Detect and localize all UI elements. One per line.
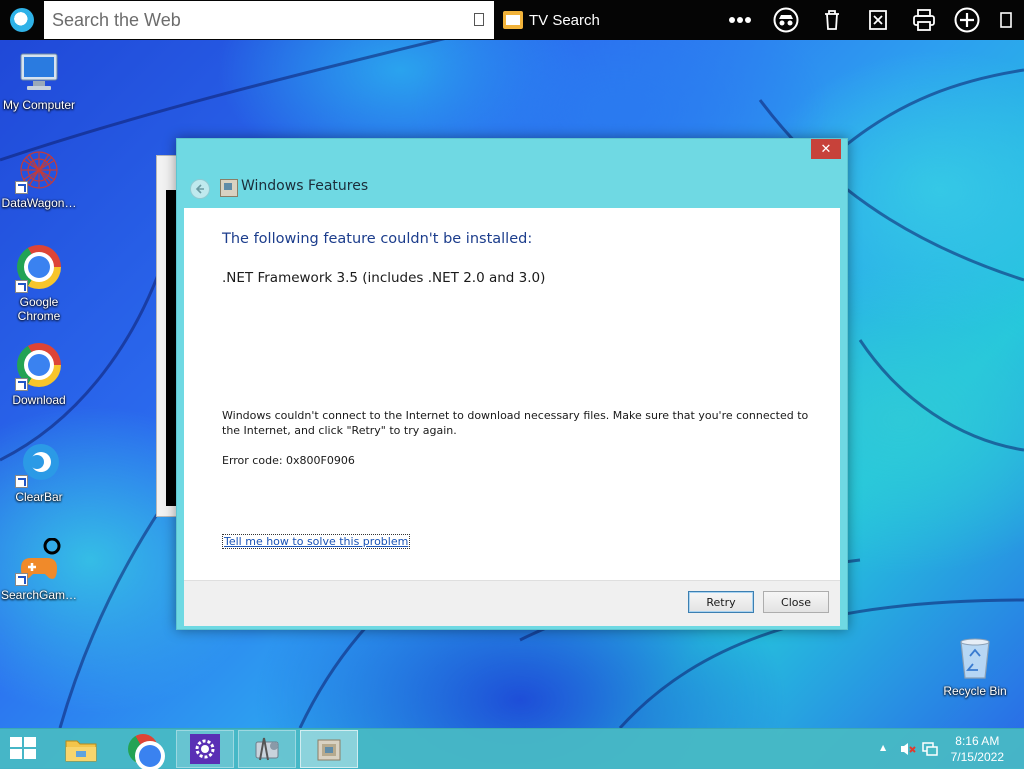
add-tab-icon[interactable] <box>953 6 981 34</box>
chrome-icon <box>15 343 63 391</box>
tv-search-label: TV Search <box>529 11 600 29</box>
desktop-icon-label: SearchGam… <box>1 588 78 602</box>
recycle-bin-icon <box>951 634 999 682</box>
desktop-icon-clearbar[interactable]: ClearBar <box>1 440 77 504</box>
web-search-input[interactable] <box>52 9 462 31</box>
web-search-box[interactable] <box>44 1 494 39</box>
browser-toolbar: TV Search <box>0 0 1024 40</box>
desktop-icon-my-computer[interactable]: My Computer <box>1 48 77 112</box>
windows-features-dialog: ✕ Windows Features The following feature… <box>176 138 848 630</box>
clock[interactable]: 8:16 AM 7/15/2022 <box>951 733 1004 765</box>
print-icon[interactable] <box>910 6 938 34</box>
back-arrow-icon[interactable] <box>190 179 210 199</box>
error-message: Windows couldn't connect to the Internet… <box>222 409 809 437</box>
incognito-icon[interactable] <box>772 6 800 34</box>
clearbar-icon <box>15 440 63 488</box>
error-heading: The following feature couldn't be instal… <box>222 231 533 247</box>
shortcut-arrow-icon <box>15 475 28 488</box>
desktop-icon-label: ClearBar <box>15 490 63 504</box>
datawagon-icon <box>15 146 63 194</box>
chrome-icon <box>15 245 63 293</box>
dialog-title: Windows Features <box>241 178 369 194</box>
taskbar: ▲ 8:16 AM 7/15/2022 <box>0 728 1024 769</box>
shortcut-arrow-icon <box>15 378 28 391</box>
start-button[interactable] <box>10 737 38 761</box>
browser-logo-icon[interactable] <box>10 8 34 32</box>
desktop-icon-label: My Computer <box>2 98 76 112</box>
network-icon[interactable] <box>922 741 938 761</box>
close-button[interactable]: Close <box>763 591 829 613</box>
search-box-square-icon[interactable] <box>474 13 484 26</box>
desktop-icon-download[interactable]: Download <box>1 341 77 407</box>
desktop-icon-label: Recycle Bin <box>943 684 1007 698</box>
desktop-icon-searchgames[interactable]: SearchGam… <box>1 537 78 602</box>
error-code: Error code: 0x800F0906 <box>222 454 355 467</box>
desktop-icon-label: Download <box>12 393 66 407</box>
file-explorer-icon[interactable] <box>52 730 110 768</box>
gamepad-icon <box>15 537 63 586</box>
windows-features-icon <box>220 179 238 197</box>
show-hidden-icons-arrow[interactable]: ▲ <box>880 743 886 752</box>
more-icon[interactable] <box>726 6 754 34</box>
control-panel-icon[interactable] <box>238 730 296 768</box>
share-icon[interactable] <box>864 6 892 34</box>
desktop-icon-datawagon[interactable]: DataWagon… <box>1 146 77 210</box>
shortcut-arrow-icon <box>15 181 28 194</box>
windows-features-icon[interactable] <box>300 730 358 768</box>
shortcut-arrow-icon <box>15 280 28 293</box>
trash-icon[interactable] <box>818 6 846 34</box>
shortcut-arrow-icon <box>15 573 28 586</box>
settings-gear-icon[interactable] <box>176 730 234 768</box>
clock-time: 8:16 AM <box>955 734 1000 748</box>
tv-search-button[interactable]: TV Search <box>503 8 600 32</box>
computer-icon <box>15 48 63 96</box>
tv-icon <box>503 11 523 29</box>
help-link[interactable]: Tell me how to solve this problem <box>222 534 411 549</box>
desktop-icon-label: Google Chrome <box>17 295 61 323</box>
clock-date: 7/15/2022 <box>950 750 1004 764</box>
feature-name: .NET Framework 3.5 (includes .NET 2.0 an… <box>222 270 546 286</box>
system-tray: ▲ 8:16 AM 7/15/2022 <box>864 729 1024 769</box>
dialog-content: The following feature couldn't be instal… <box>184 208 840 580</box>
close-window-button[interactable]: ✕ <box>811 139 841 159</box>
retry-button[interactable]: Retry <box>688 591 754 613</box>
desktop-icon-label: DataWagon… <box>1 196 77 210</box>
chrome-icon[interactable] <box>114 730 172 768</box>
desktop-icon-google-chrome[interactable]: Google Chrome <box>1 243 77 323</box>
desktop-icon-recycle-bin[interactable]: Recycle Bin <box>937 634 1013 698</box>
tabs-icon[interactable] <box>992 6 1020 34</box>
dialog-footer: Retry Close <box>184 580 840 626</box>
volume-muted-icon[interactable] <box>900 741 916 761</box>
